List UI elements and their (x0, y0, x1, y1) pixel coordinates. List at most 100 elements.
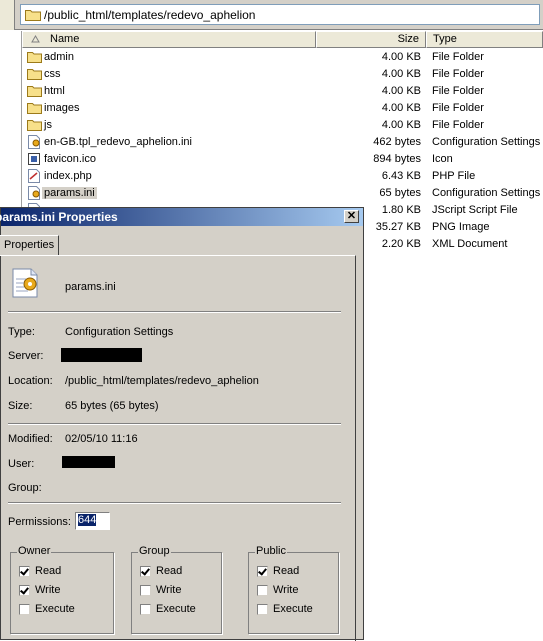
close-icon: ✕ (346, 210, 357, 222)
execute-checkbox[interactable]: Execute (19, 603, 75, 615)
permissions-label: Permissions: (8, 516, 71, 528)
user-value-redacted (62, 456, 115, 468)
folder-icon (27, 101, 42, 115)
file-name: favicon.ico (44, 153, 96, 165)
checkbox-box[interactable] (140, 565, 151, 577)
modified-label: Modified: (8, 433, 53, 445)
folder-icon (27, 50, 42, 64)
file-row[interactable]: css 4.00 KB File Folder (22, 66, 543, 83)
server-value-redacted (61, 348, 142, 362)
checkbox-box[interactable] (257, 603, 268, 615)
folder-icon (27, 118, 42, 132)
file-row[interactable]: admin 4.00 KB File Folder (22, 49, 543, 66)
permissions-input-value: 644 (78, 514, 97, 526)
file-row[interactable]: params.ini 65 bytes Configuration Settings (22, 185, 543, 202)
file-row[interactable]: en-GB.tpl_redevo_aphelion.ini 462 bytes Co… (22, 134, 543, 151)
read-checkbox[interactable]: Read (257, 565, 299, 577)
checkbox-box[interactable] (19, 565, 30, 577)
file-name: params.ini (42, 187, 97, 199)
read-checkbox[interactable]: Read (140, 565, 182, 577)
settings-file-icon (12, 268, 38, 298)
permission-group-owner: Owner Read Write Execute (10, 545, 114, 634)
read-label: Read (273, 565, 300, 578)
type-value: Configuration Settings (65, 326, 174, 338)
write-checkbox[interactable]: Write (257, 584, 298, 596)
write-label: Write (35, 584, 61, 597)
file-size: 4.00 KB (381, 51, 421, 63)
file-row[interactable]: js 4.00 KB File Folder (22, 117, 543, 134)
folder-icon (27, 67, 42, 81)
file-name: images (44, 102, 80, 114)
checkbox-box[interactable] (140, 603, 151, 615)
path-text: /public_html/templates/redevo_aphelion (44, 8, 256, 22)
file-type: Icon (432, 153, 453, 165)
write-checkbox[interactable]: Write (140, 584, 181, 596)
column-header-type-label: Type (433, 33, 457, 45)
checkbox-box[interactable] (19, 603, 30, 615)
execute-checkbox[interactable]: Execute (140, 603, 196, 615)
read-checkbox[interactable]: Read (19, 565, 61, 577)
server-label: Server: (8, 350, 44, 362)
checkbox-box[interactable] (19, 584, 30, 596)
dialog-file-name: params.ini (65, 281, 116, 293)
read-label: Read (156, 565, 183, 578)
left-pane-edge (0, 0, 15, 30)
dialog-titlebar[interactable]: params.ini Properties ✕ (0, 208, 363, 226)
file-row[interactable]: favicon.ico 894 bytes Icon (22, 151, 543, 168)
separator (8, 502, 341, 504)
file-size: 4.00 KB (381, 85, 421, 97)
close-button[interactable]: ✕ (344, 210, 359, 223)
file-type: File Folder (432, 68, 484, 80)
file-type: PHP File (432, 170, 476, 182)
column-header-size[interactable]: Size (316, 31, 426, 48)
file-type: File Folder (432, 51, 484, 63)
separator (8, 423, 341, 425)
group-title: Group (138, 545, 171, 557)
group-title: Public (255, 545, 287, 557)
separator (8, 311, 341, 313)
folder-icon (25, 10, 41, 21)
folder-icon (27, 84, 42, 98)
file-type: XML Document (432, 238, 508, 250)
location-value: /public_html/templates/redevo_aphelion (65, 375, 259, 387)
file-size: 6.43 KB (381, 170, 421, 182)
size-value: 65 bytes (65 bytes) (65, 400, 159, 412)
permissions-input[interactable]: 644 (75, 512, 110, 530)
file-type: JScript Script File (432, 204, 518, 216)
file-type: File Folder (432, 119, 484, 131)
ico-file-icon (27, 152, 41, 166)
type-label: Type: (8, 326, 35, 338)
path-bar: /public_html/templates/redevo_aphelion (0, 0, 543, 30)
execute-checkbox[interactable]: Execute (257, 603, 313, 615)
checkbox-box[interactable] (257, 565, 268, 577)
tab-properties[interactable]: Properties (0, 235, 59, 256)
file-row[interactable]: html 4.00 KB File Folder (22, 83, 543, 100)
file-size: 65 bytes (379, 187, 421, 199)
column-header-name[interactable]: Name (22, 31, 316, 48)
read-label: Read (35, 565, 62, 578)
file-name: css (44, 68, 61, 80)
checkbox-box[interactable] (257, 584, 268, 596)
execute-label: Execute (273, 603, 313, 616)
execute-label: Execute (156, 603, 196, 616)
settings-file-icon (27, 135, 41, 149)
size-label: Size: (8, 400, 33, 412)
file-row[interactable]: images 4.00 KB File Folder (22, 100, 543, 117)
file-name: html (44, 85, 65, 97)
permission-group-public: Public Read Write Execute (248, 545, 339, 634)
group-title: Owner (17, 545, 52, 557)
php-file-icon (27, 169, 41, 183)
sort-ascending-icon (31, 35, 40, 43)
column-header-type[interactable]: Type (426, 31, 543, 48)
settings-file-icon (27, 186, 41, 200)
file-size: 462 bytes (373, 136, 421, 148)
file-row[interactable]: index.php 6.43 KB PHP File (22, 168, 543, 185)
file-size: 4.00 KB (381, 68, 421, 80)
dialog-title: params.ini Properties (0, 210, 118, 224)
permission-group-group: Group Read Write Execute (131, 545, 222, 634)
file-type: Configuration Settings (432, 187, 541, 199)
file-name: index.php (44, 170, 92, 182)
checkbox-box[interactable] (140, 584, 151, 596)
path-field[interactable]: /public_html/templates/redevo_aphelion (20, 4, 540, 25)
write-checkbox[interactable]: Write (19, 584, 60, 596)
